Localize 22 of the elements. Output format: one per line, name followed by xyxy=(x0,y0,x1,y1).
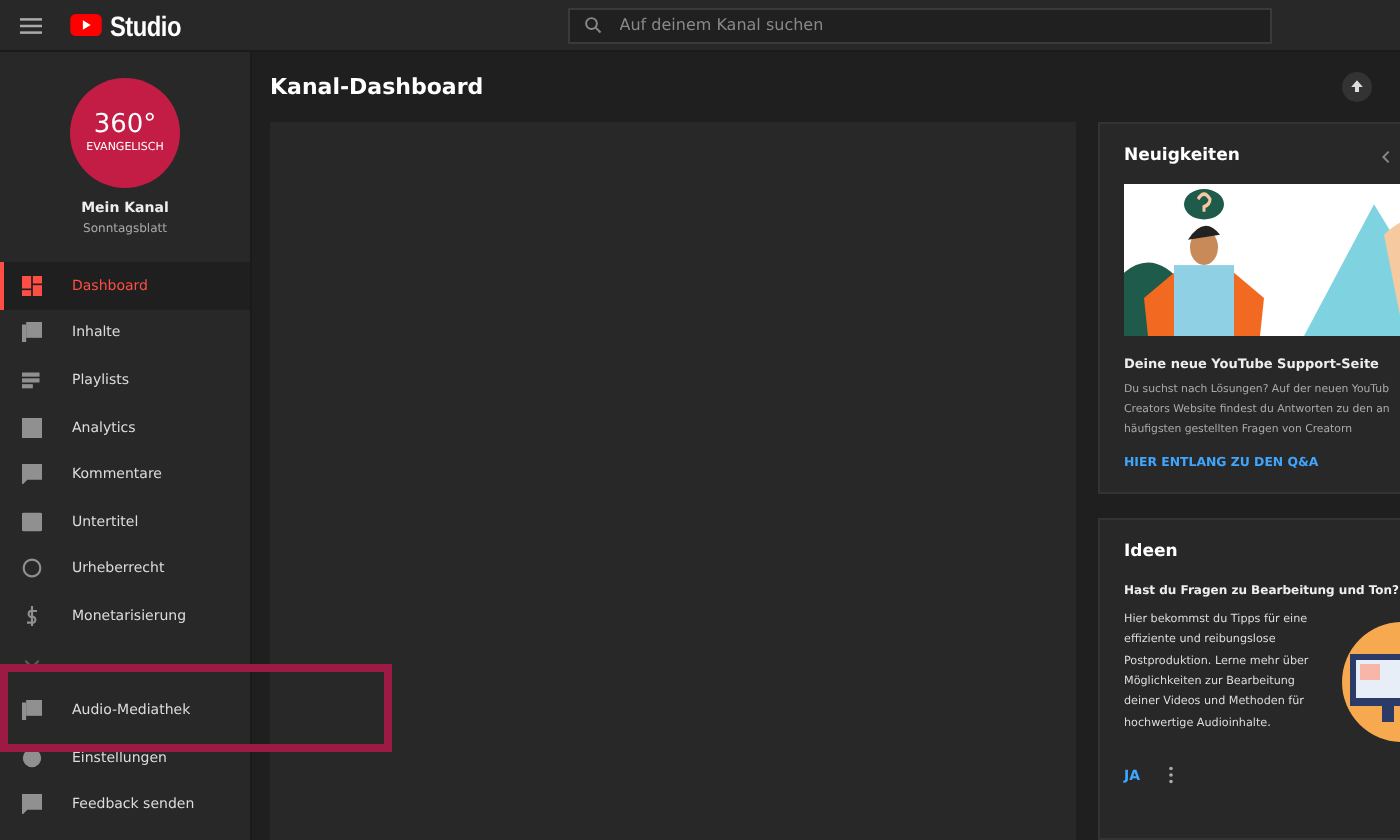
nav-icon xyxy=(22,464,42,485)
nav-icon xyxy=(22,605,42,626)
card-title: Neuigkeiten xyxy=(1124,146,1240,166)
card-title: Ideen xyxy=(1124,542,1180,562)
nav-icon xyxy=(22,794,42,815)
upload-icon[interactable] xyxy=(1342,72,1372,102)
logo-text: Studio xyxy=(110,9,181,41)
menu-icon[interactable] xyxy=(20,17,42,33)
nav-icon xyxy=(22,275,42,296)
nav-icon xyxy=(22,322,42,343)
page-title: Kanal-Dashboard xyxy=(270,74,484,100)
nav-icon xyxy=(22,511,42,532)
nav-icon xyxy=(22,558,42,579)
nav-icon xyxy=(22,700,42,721)
search-field[interactable]: Auf deinem Kanal suchen xyxy=(567,7,1272,43)
monitor-illustration xyxy=(1342,622,1400,742)
nav-icon xyxy=(22,369,42,390)
chevron-left-icon[interactable] xyxy=(1382,149,1390,163)
more-icon[interactable] xyxy=(1168,766,1175,784)
search-icon xyxy=(583,16,602,34)
play-logo-icon xyxy=(70,14,102,36)
nav-icon xyxy=(22,417,42,438)
